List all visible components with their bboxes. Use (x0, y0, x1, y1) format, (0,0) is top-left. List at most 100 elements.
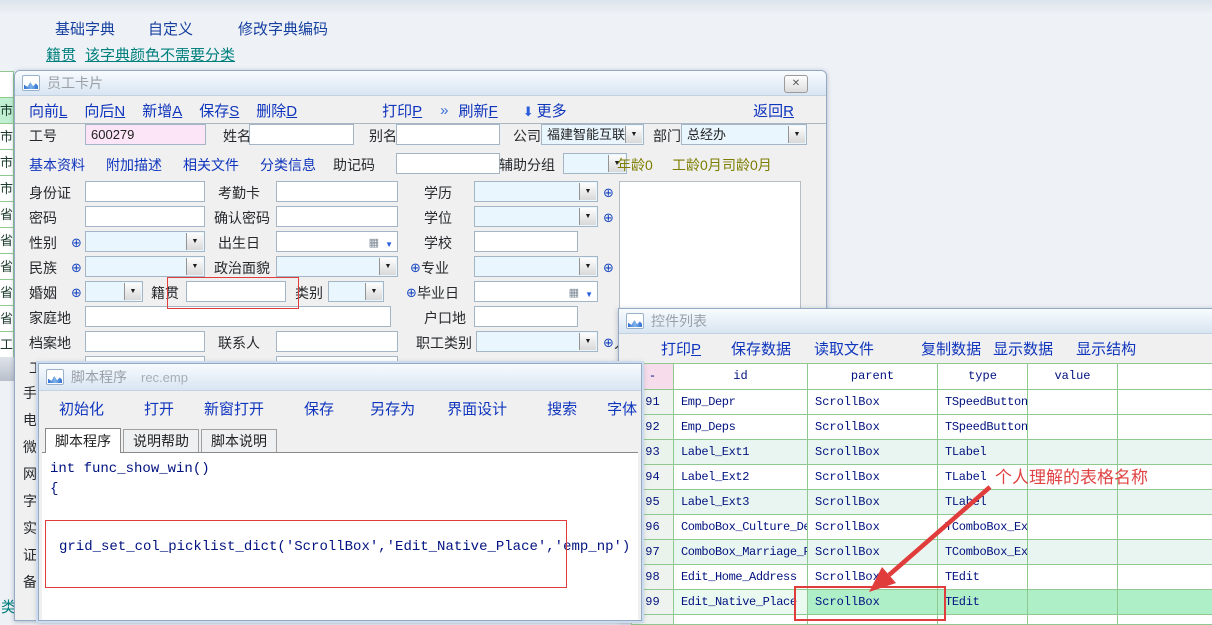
type-cell[interactable]: TSpeedButton (938, 415, 1028, 440)
col-header-type[interactable]: type (938, 364, 1028, 390)
prev-button[interactable]: 向前L (29, 100, 67, 121)
calendar-icon[interactable]: ▦ (369, 234, 379, 252)
household-address-field[interactable] (474, 306, 578, 327)
ui-design-button[interactable]: 界面设计 (447, 398, 507, 419)
name-field[interactable] (249, 124, 354, 145)
graduation-date-field[interactable]: ▦▼ (474, 281, 598, 302)
id-cell[interactable]: ComboBox_Marriage_Flag (674, 540, 808, 565)
background-region-list[interactable]: 市市市市省省省省省工 (0, 71, 14, 358)
chevron-down-icon[interactable]: ▼ (124, 283, 141, 300)
id-cell[interactable]: Label_Ext2 (674, 465, 808, 490)
print-button[interactable]: 打印P (382, 100, 422, 121)
chevron-down-icon[interactable]: ▼ (579, 208, 596, 225)
expand-chevrons-icon[interactable]: » (440, 102, 446, 119)
region-list-cell[interactable]: 省 (0, 306, 14, 332)
company-combo[interactable]: 福建智能互联网有限▼ (541, 124, 644, 145)
return-button[interactable]: 返回R (753, 100, 794, 121)
region-list-cell[interactable]: 市 (0, 176, 14, 202)
id-cell[interactable]: Edit_Home_Address (674, 565, 808, 590)
id-cell[interactable]: Label_Ext1 (674, 440, 808, 465)
tab-related-files[interactable]: 相关文件 (183, 155, 239, 175)
region-list-cell[interactable] (0, 72, 14, 98)
dict-plus-icon[interactable]: ⊕ (603, 258, 614, 278)
chevron-down-icon[interactable]: ▼ (379, 258, 396, 275)
region-list-cell[interactable]: 省 (0, 254, 14, 280)
script-titlebar[interactable]: 脚本程序 rec.emp (39, 364, 641, 391)
tab-help[interactable]: 说明帮助 (123, 429, 199, 452)
dict-plus-icon[interactable]: ⊕ (603, 208, 614, 228)
table-row[interactable]: 91 Emp_Depr ScrollBox TSpeedButton (632, 390, 1212, 415)
id-card-field[interactable] (85, 181, 205, 202)
show-structure-button[interactable]: 显示结构 (1076, 338, 1136, 359)
region-list-cell[interactable]: 市 (0, 98, 14, 124)
chevron-down-icon[interactable]: ▼ (788, 126, 805, 143)
table-row[interactable]: 93 Label_Ext1 ScrollBox TLabel (632, 440, 1212, 465)
col-header-id[interactable]: id (674, 364, 808, 390)
attendance-card-field[interactable] (276, 181, 398, 202)
save-button[interactable]: 保存 (304, 398, 334, 419)
id-cell[interactable]: Edit_Native_Place (674, 590, 808, 615)
open-new-window-button[interactable]: 新窗打开 (204, 398, 264, 419)
chevron-down-icon[interactable]: ▼ (365, 283, 382, 300)
value-cell[interactable] (1028, 415, 1118, 440)
value-cell[interactable] (1028, 540, 1118, 565)
degree-combo[interactable]: ▼ (474, 206, 598, 227)
add-button[interactable]: 新增A (142, 100, 182, 121)
print-button[interactable]: 打印P (661, 338, 701, 359)
region-list-cell[interactable]: 市 (0, 124, 14, 150)
id-cell[interactable]: ComboBox_Culture_Degree (674, 515, 808, 540)
tab-script-notes[interactable]: 脚本说明 (201, 429, 277, 452)
school-field[interactable] (474, 231, 578, 252)
parent-cell[interactable]: ScrollBox (808, 415, 938, 440)
font-button[interactable]: 字体 (607, 398, 637, 419)
refresh-button[interactable]: 刷新F (459, 100, 498, 121)
save-button[interactable]: 保存S (199, 100, 239, 121)
password-field[interactable] (85, 206, 205, 227)
dept-combo[interactable]: 总经办▼ (681, 124, 807, 145)
save-data-button[interactable]: 保存数据 (731, 338, 791, 359)
control-list-titlebar[interactable]: 控件列表 (619, 309, 1212, 334)
region-list-cell[interactable]: 工 (0, 332, 14, 358)
marriage-combo[interactable]: ▼ (85, 281, 143, 302)
contact-field[interactable] (276, 331, 398, 352)
id-cell[interactable]: Emp_Depr (674, 390, 808, 415)
save-as-button[interactable]: 另存为 (370, 398, 415, 419)
value-cell[interactable] (1028, 515, 1118, 540)
category-combo[interactable]: ▼ (328, 281, 384, 302)
chevron-down-icon[interactable]: ▼ (186, 258, 203, 275)
archive-address-field[interactable] (85, 331, 205, 352)
chevron-down-icon[interactable]: ▼ (579, 183, 596, 200)
delete-button[interactable]: 删除D (256, 100, 297, 121)
calendar-icon[interactable]: ▦ (569, 284, 579, 302)
value-cell[interactable] (1028, 440, 1118, 465)
value-cell[interactable] (1028, 490, 1118, 515)
chevron-down-icon[interactable]: ▼ (625, 126, 642, 143)
confirm-password-field[interactable] (276, 206, 398, 227)
id-cell[interactable]: Label_Ext3 (674, 490, 808, 515)
read-file-button[interactable]: 读取文件 (814, 338, 874, 359)
employee-type-combo[interactable]: ▼ (476, 331, 598, 352)
type-cell[interactable]: TLabel (938, 440, 1028, 465)
major-combo[interactable]: ▼ (474, 256, 598, 277)
dict-plus-icon[interactable]: ⊕ (406, 283, 417, 303)
dict-plus-icon[interactable]: ⊕ (71, 233, 82, 253)
nation-combo[interactable]: ▼ (85, 256, 205, 277)
dict-plus-icon[interactable]: ⊕ (71, 283, 82, 303)
employee-card-titlebar[interactable]: 员工卡片 ✕ (15, 71, 826, 96)
close-icon[interactable]: ✕ (784, 75, 808, 93)
dict-plus-icon[interactable]: ⊕ (410, 258, 421, 278)
search-button[interactable]: 搜索 (547, 398, 577, 419)
copy-data-button[interactable]: 复制数据 (921, 338, 981, 359)
region-list-cell[interactable]: 省 (0, 280, 14, 306)
mnemonic-field[interactable] (396, 153, 500, 174)
dict-plus-icon[interactable]: ⊕ (603, 183, 614, 203)
chevron-down-icon[interactable]: ▼ (385, 235, 393, 252)
chevron-down-icon[interactable]: ▼ (579, 258, 596, 275)
value-cell[interactable] (1028, 565, 1118, 590)
menu-item-base-dict[interactable]: 基础字典 (55, 20, 115, 40)
alias-field[interactable] (396, 124, 500, 145)
emp-no-field[interactable]: 600279 (85, 124, 206, 145)
more-button[interactable]: ⬇更多 (523, 100, 567, 121)
education-combo[interactable]: ▼ (474, 181, 598, 202)
table-row[interactable]: 92 Emp_Deps ScrollBox TSpeedButton (632, 415, 1212, 440)
